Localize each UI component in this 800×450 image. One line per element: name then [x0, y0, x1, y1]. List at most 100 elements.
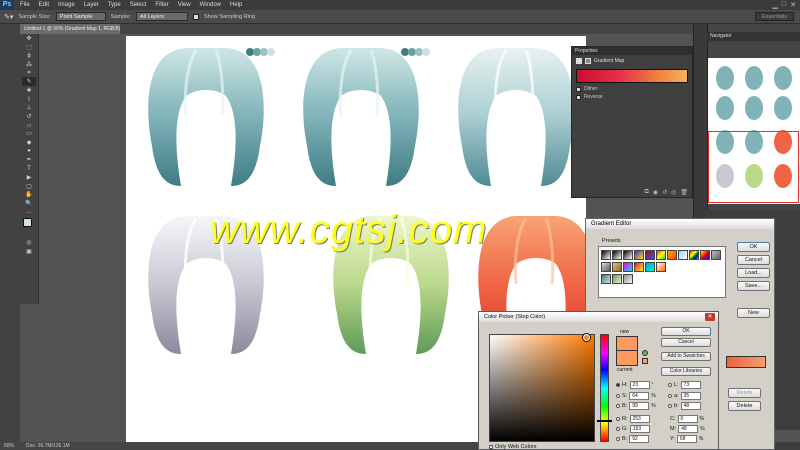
maximize-icon[interactable]: □: [782, 1, 786, 9]
presets-grid[interactable]: [598, 246, 726, 298]
color-picker-ok-button[interactable]: OK: [661, 327, 711, 336]
move-tool-icon[interactable]: ✥: [22, 34, 36, 43]
eyedropper-icon[interactable]: ✎: [22, 77, 36, 87]
eye-icon[interactable]: ◉: [653, 189, 658, 196]
color-swatches[interactable]: [20, 216, 38, 238]
preset-swatch[interactable]: [656, 250, 666, 260]
dither-option[interactable]: Dither: [572, 85, 692, 93]
preset-swatch[interactable]: [656, 262, 666, 272]
preset-swatch[interactable]: [623, 250, 633, 260]
current-color-swatch[interactable]: [616, 351, 638, 366]
hue-slider[interactable]: [600, 334, 609, 442]
menu-window[interactable]: Window: [200, 2, 221, 8]
lab-l-radio[interactable]: [668, 383, 672, 387]
sample-size-select[interactable]: Point Sample: [55, 12, 106, 21]
clip-icon[interactable]: ⧉: [645, 189, 649, 196]
navigator-view-rectangle[interactable]: [708, 131, 799, 203]
preset-swatch[interactable]: [623, 262, 633, 272]
preset-swatch[interactable]: [678, 250, 688, 260]
eyedropper-tool-icon[interactable]: ✎▾: [4, 13, 13, 21]
saturation-input[interactable]: 64: [629, 392, 650, 400]
lab-b-radio[interactable]: [668, 404, 672, 408]
add-to-swatches-button[interactable]: Add to Swatches: [661, 352, 711, 361]
preset-swatch[interactable]: [634, 262, 644, 272]
gradient-ok-button[interactable]: OK: [737, 242, 770, 252]
preset-swatch[interactable]: [689, 250, 699, 260]
gradient-bar[interactable]: [726, 356, 766, 368]
hand-tool-icon[interactable]: ✋: [22, 190, 36, 199]
hue-radio[interactable]: [616, 383, 620, 387]
menu-type[interactable]: Type: [108, 2, 121, 8]
color-field-cursor[interactable]: [583, 334, 590, 341]
menu-filter[interactable]: Filter: [155, 2, 168, 8]
lab-a-input[interactable]: 35: [680, 392, 701, 400]
menu-image[interactable]: Image: [58, 2, 75, 8]
preset-swatch[interactable]: [601, 274, 611, 284]
trash-icon[interactable]: 🗑: [680, 189, 688, 196]
only-web-colors-option[interactable]: Only Web Colors: [489, 444, 536, 450]
lab-l-input[interactable]: 73: [680, 381, 701, 389]
path-select-icon[interactable]: ▶: [22, 173, 36, 182]
menu-edit[interactable]: Edit: [39, 2, 49, 8]
eraser-tool-icon[interactable]: ▱: [22, 121, 36, 130]
menu-help[interactable]: Help: [230, 2, 242, 8]
blue-input[interactable]: 92: [629, 435, 650, 443]
reset-icon[interactable]: ↺: [662, 189, 667, 196]
hue-slider-handle[interactable]: [597, 420, 612, 422]
history-brush-icon[interactable]: ↺: [22, 112, 36, 121]
brightness-input[interactable]: 99: [629, 402, 650, 410]
only-web-colors-checkbox[interactable]: [489, 445, 493, 449]
color-picker-cancel-button[interactable]: Cancel: [661, 338, 711, 347]
preset-swatch[interactable]: [612, 262, 622, 272]
gradient-cancel-button[interactable]: Cancel: [737, 255, 770, 265]
reverse-checkbox[interactable]: [576, 94, 581, 100]
reverse-option[interactable]: Reverse: [572, 93, 692, 101]
cyan-input[interactable]: 0: [677, 415, 698, 423]
zoom-level[interactable]: 50%: [4, 443, 14, 449]
screen-mode-icon[interactable]: ▣: [22, 247, 36, 256]
visibility-icon[interactable]: ◎: [671, 189, 676, 196]
preset-swatch[interactable]: [634, 250, 644, 260]
more-tools-icon[interactable]: …: [22, 208, 36, 217]
pen-tool-icon[interactable]: ✒: [22, 156, 36, 165]
preset-swatch[interactable]: [645, 262, 655, 272]
green-radio[interactable]: [616, 427, 620, 431]
sample-select[interactable]: All Layers: [135, 12, 188, 21]
minimize-icon[interactable]: ▁: [773, 1, 778, 9]
type-tool-icon[interactable]: T: [22, 164, 36, 173]
red-radio[interactable]: [616, 417, 620, 421]
blue-radio[interactable]: [616, 437, 620, 441]
show-sampling-ring-checkbox[interactable]: [192, 13, 199, 20]
gradient-load-button[interactable]: Load...: [737, 268, 770, 278]
preset-swatch[interactable]: [645, 250, 655, 260]
menu-file[interactable]: File: [20, 2, 30, 8]
preset-swatch[interactable]: [700, 250, 710, 260]
preset-swatch[interactable]: [711, 250, 721, 260]
gradient-tool-icon[interactable]: ▭: [22, 130, 36, 139]
close-icon[interactable]: ✕: [705, 313, 715, 321]
preset-swatch[interactable]: [623, 274, 633, 284]
red-input[interactable]: 253: [629, 415, 650, 423]
preset-swatch[interactable]: [601, 262, 611, 272]
document-tab[interactable]: Untitled-1 @ 50% (Gradient Map 1, RGB/8)…: [20, 24, 120, 34]
gradient-save-button[interactable]: Save...: [737, 281, 770, 291]
quick-select-tool-icon[interactable]: ⁂: [22, 60, 36, 69]
preset-swatch[interactable]: [612, 250, 622, 260]
brush-tool-icon[interactable]: ⌇: [22, 95, 36, 104]
menu-select[interactable]: Select: [130, 2, 147, 8]
foreground-color-swatch[interactable]: [23, 218, 32, 228]
lasso-tool-icon[interactable]: ϕ: [22, 51, 36, 60]
web-safe-icon[interactable]: [642, 358, 648, 364]
gradient-delete-button[interactable]: Delete: [728, 401, 761, 411]
dither-checkbox[interactable]: [576, 86, 581, 92]
preset-swatch[interactable]: [601, 250, 611, 260]
crop-tool-icon[interactable]: ⌗: [22, 69, 36, 78]
menu-layer[interactable]: Layer: [84, 2, 99, 8]
preset-swatch[interactable]: [612, 274, 622, 284]
brightness-radio[interactable]: [616, 404, 620, 408]
magenta-input[interactable]: 48: [678, 425, 699, 433]
shape-tool-icon[interactable]: ▢: [22, 182, 36, 191]
gradient-delete-button-disabled[interactable]: Delete: [728, 388, 761, 398]
zoom-tool-icon[interactable]: 🔍: [22, 199, 36, 208]
saturation-radio[interactable]: [616, 394, 620, 398]
